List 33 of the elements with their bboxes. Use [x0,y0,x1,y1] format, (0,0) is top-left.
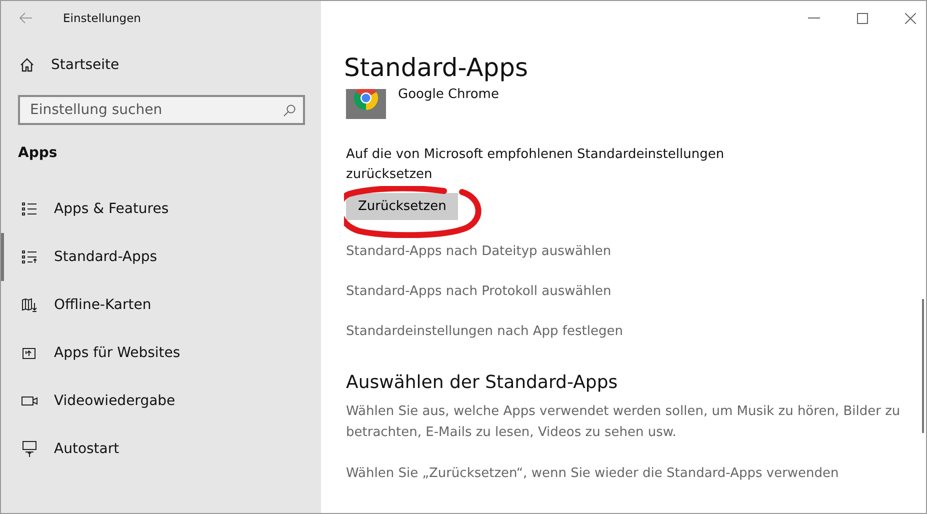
minimize-icon[interactable] [808,17,820,19]
reset-button[interactable]: Zurücksetzen [346,193,458,220]
section-title: Auswählen der Standard-Apps [346,372,619,393]
window-title: Einstellungen [63,11,141,25]
settings-link[interactable]: Standard-Apps nach Protokoll auswählen [346,272,926,312]
map-icon [21,298,38,312]
search-field[interactable]: Einstellung suchen [18,95,305,125]
reset-description: Auf die von Microsoft empfohlenen Standardeinstellungen zurücksetzen [346,146,726,184]
paragraph: Wählen Sie „Zurücksetzen“, wenn Sie wieder die Standard-Apps verwenden [346,465,840,483]
scrollbar-thumb[interactable] [922,299,924,433]
search-icon [283,104,296,117]
sidebar-item[interactable]: Apps für Websites [1,329,321,377]
sidebar-item[interactable]: Apps & Features [1,185,321,233]
app-tile[interactable] [346,89,386,119]
sidebar-item[interactable]: Videowiedergabe [1,377,321,425]
maximize-icon[interactable] [857,12,868,24]
home-icon [19,57,35,73]
page-title: Standard-Apps [344,53,530,84]
browser-logo-icon [353,89,379,111]
section-heading: Apps [18,145,58,161]
app-name: Google Chrome [398,87,499,102]
close-icon[interactable] [905,12,916,24]
settings-link[interactable]: Standardeinstellungen nach App festlegen [346,312,926,352]
sidebar-item[interactable]: Autostart [1,425,321,473]
list-icon [21,250,38,264]
paragraph: Wählen Sie aus, welche Apps verwendet werden sollen, um Musik zu hören, Bilder zu betrachten, E-Mails zu lesen, Videos zu sehen usw. [346,403,902,442]
list-icon [21,202,38,216]
settings-link[interactable]: Standard-Apps nach Dateityp auswählen [346,232,926,272]
home-link[interactable]: Startseite [19,57,321,73]
sidebar-item[interactable]: Offline-Karten [1,281,321,329]
window-icon [21,346,38,360]
video-camera-icon [21,395,38,407]
monitor-icon [21,440,38,458]
